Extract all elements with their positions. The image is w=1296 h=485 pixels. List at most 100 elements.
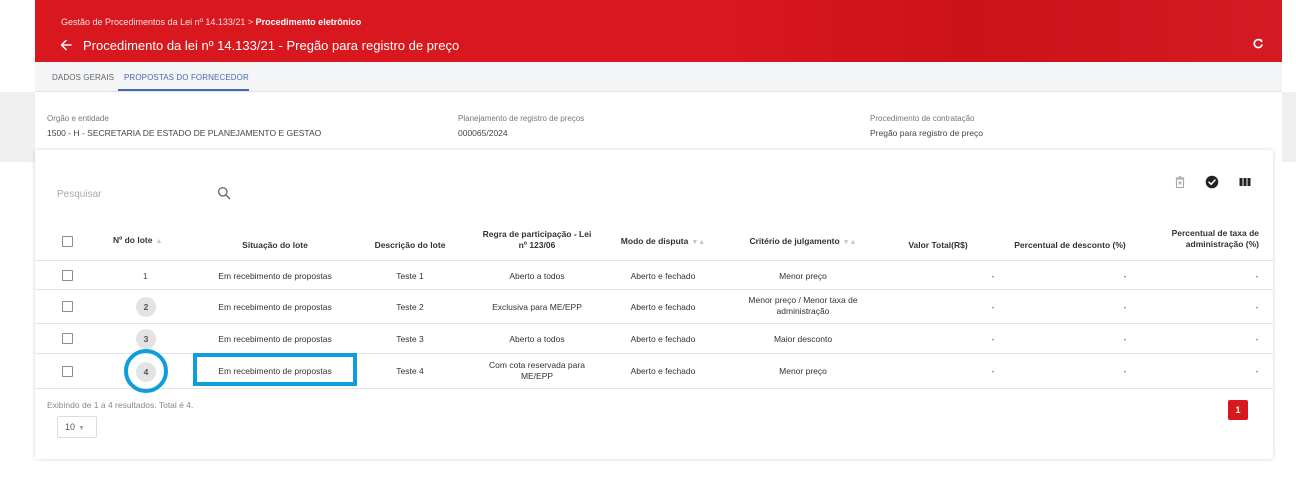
cell-regra: Aberto a todos: [467, 334, 607, 345]
lot-number-badge: 3: [136, 329, 156, 349]
info-procedimento: Procedimento de contratação Pregão para …: [870, 114, 983, 138]
header-criterio-label: Critério de julgamento: [749, 236, 840, 246]
info-orgao-value: 1500 - H - SECRETARIA DE ESTADO DE PLANE…: [47, 128, 322, 138]
app-frame: Gestão de Procedimentos da Lei nº 14.133…: [35, 0, 1282, 485]
pagination-page-1[interactable]: 1: [1228, 400, 1248, 420]
info-planejamento-label: Planejamento de registro de preços: [458, 114, 585, 123]
table-row[interactable]: 4 Em recebimento de propostas Teste 4 Co…: [35, 349, 1273, 393]
cell-modo: Aberto e fechado: [630, 334, 696, 344]
lots-card: Nº do lote▲ Situação do lote Descrição d…: [35, 150, 1273, 459]
table-row[interactable]: 3 Em recebimento de propostas Teste 3 Ab…: [35, 324, 1273, 354]
header-regra-line2: nº 123/06: [518, 240, 556, 250]
cell-valor: -: [991, 366, 995, 376]
refresh-icon[interactable]: [1252, 38, 1264, 50]
select-all-checkbox[interactable]: [62, 236, 73, 247]
cell-regra-line1: Exclusiva para ME/EPP: [492, 302, 582, 312]
procedure-info: Orgão e entidade 1500 - H - SECRETARIA D…: [35, 92, 1282, 147]
cell-taxa: -: [1255, 366, 1259, 376]
header-taxa-line1: Percentual de taxa de: [1171, 228, 1259, 238]
info-planejamento: Planejamento de registro de preços 00006…: [458, 114, 584, 138]
cell-descricao: Teste 4: [396, 366, 424, 376]
header-taxa-line2: administração (%): [1185, 239, 1259, 249]
header-desconto: Percentual de desconto (%): [1014, 240, 1126, 250]
header-modo[interactable]: Modo de disputa ▼▲: [613, 236, 713, 248]
cell-criterio: Maior desconto: [733, 334, 873, 345]
results-summary: Exibindo de 1 a 4 resultados. Total é 4.: [47, 400, 194, 410]
row-checkbox[interactable]: [62, 301, 73, 312]
row-checkbox[interactable]: [62, 270, 73, 281]
cell-desconto: -: [1123, 271, 1127, 281]
cell-descricao: Teste 3: [396, 334, 424, 344]
table-header: Nº do lote ▲ Situação do lote Descrição d…: [35, 219, 1273, 261]
cell-regra-line2: ME/EPP: [520, 371, 554, 381]
cell-taxa: -: [1255, 271, 1259, 281]
header-situacao: Situação do lote: [242, 240, 308, 250]
search-input[interactable]: [57, 189, 207, 200]
cell-modo: Aberto e fechado: [630, 366, 696, 376]
cell-taxa: -: [1255, 302, 1259, 312]
header-descricao: Descrição do lote: [374, 240, 446, 250]
cell-criterio-line1: Menor preço: [779, 271, 827, 281]
page-size-select[interactable]: 10 ▼: [57, 416, 97, 438]
cell-regra-line1: Com cota reservada para: [489, 360, 585, 370]
tab-propostas-fornecedor[interactable]: PROPOSTAS DO FORNECEDOR: [124, 73, 249, 82]
title-row: Procedimento da lei nº 14.133/21 - Pregã…: [59, 36, 459, 54]
header-regra: Regra de participação - Lei nº 123/06: [467, 229, 607, 251]
cell-situacao: Em recebimento de propostas: [218, 334, 332, 344]
header-regra-line1: Regra de participação - Lei: [482, 229, 592, 239]
check-circle-icon[interactable]: [1205, 175, 1219, 189]
row-checkbox[interactable]: [62, 333, 73, 344]
cell-criterio-line1: Menor preço / Menor taxa de: [748, 295, 858, 305]
cell-regra-line1: Aberto a todos: [509, 271, 565, 281]
header-modo-label: Modo de disputa: [620, 236, 689, 246]
row-checkbox[interactable]: [62, 366, 73, 377]
columns-icon[interactable]: [1238, 175, 1252, 189]
header-criterio[interactable]: Critério de julgamento ▼▲: [733, 236, 873, 248]
cell-valor: -: [991, 334, 995, 344]
cell-criterio-line1: Maior desconto: [773, 334, 833, 344]
delete-icon[interactable]: [1173, 175, 1187, 189]
cell-modo: Aberto e fechado: [630, 302, 696, 312]
info-planejamento-value: 000065/2024: [458, 128, 508, 138]
lot-number: 1: [143, 271, 148, 281]
header-valor: Valor Total(R$): [908, 240, 968, 250]
tab-dados-gerais[interactable]: DADOS GERAIS: [52, 73, 114, 82]
info-procedimento-value: Pregão para registro de preço: [870, 128, 983, 138]
cell-situacao: Em recebimento de propostas: [218, 271, 332, 281]
cell-desconto: -: [1123, 302, 1127, 312]
active-tab-indicator: [118, 89, 249, 91]
cell-regra: Com cota reservada para ME/EPP: [467, 360, 607, 382]
search-box: [57, 186, 231, 209]
header-lote[interactable]: Nº do lote ▲: [113, 235, 183, 247]
cell-modo: Aberto e fechado: [630, 271, 696, 281]
cell-desconto: -: [1123, 366, 1127, 376]
info-orgao: Orgão e entidade 1500 - H - SECRETARIA D…: [47, 114, 321, 138]
cell-descricao: Teste 2: [396, 302, 424, 312]
arrow-left-icon[interactable]: [59, 38, 73, 52]
info-procedimento-label: Procedimento de contratação: [870, 114, 975, 123]
chevron-down-icon: ▼: [78, 425, 85, 432]
sort-icon[interactable]: ▼▲: [691, 239, 705, 246]
cell-regra: Exclusiva para ME/EPP: [467, 302, 607, 313]
cell-situacao: Em recebimento de propostas: [218, 302, 332, 312]
breadcrumb-parent[interactable]: Gestão de Procedimentos da Lei nº 14.133…: [61, 17, 256, 27]
cell-desconto: -: [1123, 334, 1127, 344]
cell-regra: Aberto a todos: [467, 271, 607, 282]
info-orgao-label: Orgão e entidade: [47, 114, 109, 123]
search-icon[interactable]: [217, 186, 231, 200]
cell-descricao: Teste 1: [396, 271, 424, 281]
page-size-value: 10: [65, 422, 76, 432]
table-row[interactable]: 1 Em recebimento de propostas Teste 1 Ab…: [35, 261, 1273, 290]
cell-criterio-line1: Menor preço: [779, 366, 827, 376]
breadcrumb-current: Procedimento eletrônico: [255, 17, 362, 27]
header-taxa: Percentual de taxa de administração (%): [1135, 228, 1259, 250]
cell-criterio: Menor preço: [733, 271, 873, 282]
breadcrumb: Gestão de Procedimentos da Lei nº 14.133…: [61, 17, 361, 27]
tab-bar: DADOS GERAIS PROPOSTAS DO FORNECEDOR: [35, 62, 1282, 92]
table-row[interactable]: 2 Em recebimento de propostas Teste 2 Ex…: [35, 290, 1273, 324]
cell-criterio: Menor preço / Menor taxa de administraçã…: [733, 295, 873, 317]
sort-icon[interactable]: ▲: [155, 238, 162, 245]
header-lote-label: Nº do lote: [113, 235, 153, 245]
cell-valor: -: [991, 271, 995, 281]
sort-icon[interactable]: ▼▲: [843, 239, 857, 246]
